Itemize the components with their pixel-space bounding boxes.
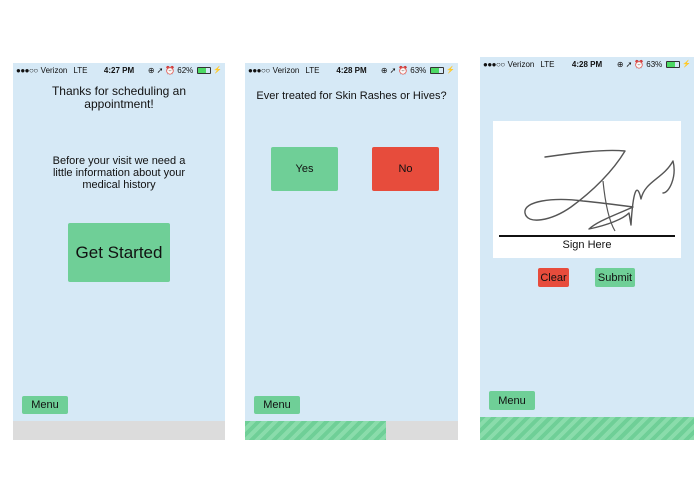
signature-pad[interactable]: Sign Here [493,121,681,258]
yes-button[interactable]: Yes [271,147,338,191]
status-time: 4:28 PM [571,59,603,69]
submit-button[interactable]: Submit [595,268,635,287]
network-type: LTE [305,65,320,75]
menu-button[interactable]: Menu [254,396,300,414]
signal-dots-icon: ●●●○○ [248,65,270,75]
battery-percent: 63% [410,65,427,75]
no-button[interactable]: No [372,147,439,191]
alarm-icon: ⏰ [165,65,176,75]
signal-dots-icon: ●●●○○ [16,65,38,75]
signal-dots-icon: ●●●○○ [483,59,505,69]
battery-icon [197,66,212,74]
location-arrow-icon: ➚ [156,65,164,75]
lock-rotation-icon: ⊕ [380,65,388,75]
menu-button[interactable]: Menu [489,391,535,410]
lock-rotation-icon: ⊕ [616,59,624,69]
progress-bar [480,417,694,440]
phone-screen-question: ●●●○○ Verizon LTE 4:28 PM ⊕ ➚ ⏰ 63% ⚡ Ev… [245,63,458,440]
battery-icon [430,66,445,74]
progress-fill [480,417,694,440]
progress-bar [245,421,458,440]
status-bar: ●●●○○ Verizon LTE 4:28 PM ⊕ ➚ ⏰ 63% ⚡ [480,57,694,71]
carrier-name: Verizon [272,65,300,75]
question-text: Ever treated for Skin Rashes or Hives? [256,90,447,102]
progress-bar [13,421,225,440]
location-arrow-icon: ➚ [389,65,397,75]
clear-button[interactable]: Clear [538,268,569,287]
location-arrow-icon: ➚ [625,59,633,69]
signature-stroke [524,149,675,232]
signature-line [499,235,675,237]
phone-screen-welcome: ●●●○○ Verizon LTE 4:27 PM ⊕ ➚ ⏰ 62% ⚡ Th… [13,63,225,440]
battery-icon [666,60,681,68]
alarm-icon: ⏰ [634,59,645,69]
alarm-icon: ⏰ [398,65,409,75]
network-type: LTE [540,59,555,69]
status-time: 4:28 PM [336,65,367,75]
sign-here-label: Sign Here [562,239,612,251]
carrier-name: Verizon [507,59,535,69]
charging-bolt-icon: ⚡ [213,67,222,74]
status-bar: ●●●○○ Verizon LTE 4:27 PM ⊕ ➚ ⏰ 62% ⚡ [13,63,225,77]
battery-percent: 62% [177,65,194,75]
thanks-message: Thanks for scheduling an appointment! [51,84,187,111]
get-started-button[interactable]: Get Started [68,223,170,282]
status-bar: ●●●○○ Verizon LTE 4:28 PM ⊕ ➚ ⏰ 63% ⚡ [245,63,458,77]
network-type: LTE [73,65,88,75]
carrier-name: Verizon [40,65,68,75]
lock-rotation-icon: ⊕ [147,65,155,75]
phone-screen-signature: ●●●○○ Verizon LTE 4:28 PM ⊕ ➚ ⏰ 63% ⚡ Si… [480,57,694,440]
battery-percent: 63% [646,59,663,69]
progress-fill [245,421,386,440]
menu-button[interactable]: Menu [22,396,68,414]
charging-bolt-icon: ⚡ [682,61,691,68]
status-time: 4:27 PM [103,65,135,75]
charging-bolt-icon: ⚡ [446,67,455,74]
info-message: Before your visit we need a little infor… [52,155,186,191]
